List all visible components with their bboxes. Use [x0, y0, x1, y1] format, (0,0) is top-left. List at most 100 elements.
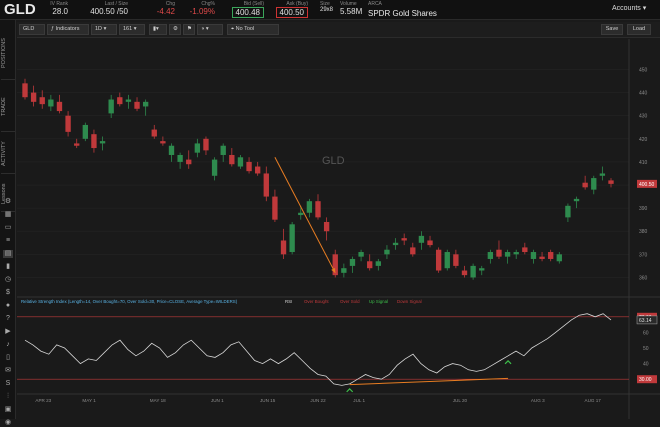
last-size: Last / Size 400.50 /50: [90, 1, 128, 16]
candle-body: [556, 254, 562, 262]
load-button[interactable]: Load: [627, 24, 651, 35]
video-icon[interactable]: ▶: [3, 328, 13, 336]
candle-body: [56, 101, 63, 112]
settings-button[interactable]: ⚙: [169, 24, 181, 35]
drawing-tool-value: No Tool: [235, 26, 255, 32]
sd-icon[interactable]: S: [3, 380, 13, 388]
bid-button[interactable]: 400.48: [231, 7, 264, 18]
price-tick-label: 410: [639, 160, 648, 166]
interval-value: 1D: [95, 26, 103, 32]
chevron-down-icon: ▾: [133, 26, 137, 32]
bars-icon[interactable]: ▮: [3, 263, 13, 271]
help-icon[interactable]: ?: [3, 315, 13, 323]
size-value: 29x8: [320, 7, 334, 13]
candle-body: [573, 198, 580, 202]
bell-icon[interactable]: ♪: [3, 341, 13, 349]
candlestick-icon: ▮▾: [153, 26, 159, 32]
candle-body: [427, 240, 433, 246]
symbol-input[interactable]: GLD: [19, 24, 45, 35]
doc-icon[interactable]: ▯: [3, 354, 13, 362]
chart-icon[interactable]: ▤: [3, 250, 13, 258]
chart-background: [17, 39, 660, 419]
candle-body: [246, 161, 252, 172]
rsi-legend-oversold: Over Sold: [340, 299, 360, 304]
gear-icon: ⚙: [173, 26, 178, 32]
instrument-name: SPDR Gold Shares: [368, 9, 437, 18]
date-tick-label: AUG 3: [531, 398, 545, 403]
list-icon[interactable]: ≡: [3, 237, 13, 245]
price-tick-label: 380: [639, 229, 648, 235]
style-button[interactable]: ◑ ▾: [197, 24, 223, 35]
candle-body: [194, 143, 201, 153]
chart-type-button[interactable]: ▮▾: [149, 24, 167, 35]
candle-body: [177, 154, 183, 162]
candle-body: [99, 141, 106, 144]
price-tick-label: 360: [639, 275, 648, 281]
rsi-legend-upsignal: Up Signal: [369, 299, 388, 304]
rsi-current-label: 63.14: [639, 318, 652, 324]
accounts-menu[interactable]: Accounts ▾: [612, 4, 646, 12]
period-select[interactable]: 161 ▾: [119, 24, 145, 35]
palette-icon: ◑ ▾: [201, 26, 209, 32]
user-icon[interactable]: ●: [3, 302, 13, 310]
candle-body: [125, 99, 132, 102]
bookmark-button[interactable]: ⚑: [183, 24, 195, 35]
date-tick-label: JUN 22: [310, 398, 326, 403]
candle-body: [591, 178, 597, 190]
candle-body: [211, 159, 218, 176]
help-circle-icon[interactable]: ◉: [3, 419, 13, 427]
price-tick-label: 370: [639, 252, 648, 258]
rsi-name: RSI: [285, 299, 292, 304]
chevron-down-icon: ▾: [103, 26, 107, 32]
window-icon[interactable]: ▭: [3, 224, 13, 232]
indicators-button[interactable]: ƒ Indicators: [47, 24, 89, 35]
candle-body: [298, 212, 304, 216]
candle-body: [134, 101, 140, 109]
ask[interactable]: Ask (Buy) 400.50: [272, 1, 308, 18]
candle-body: [229, 154, 235, 165]
drawing-tool-select[interactable]: ⌖ No Tool: [227, 24, 279, 35]
price-chart[interactable]: GLD 450440430420410400390380370360400.50…: [17, 39, 660, 419]
candle-body: [504, 252, 511, 257]
symbol-title[interactable]: GLD: [4, 1, 36, 18]
price-tick-label: 390: [639, 206, 648, 212]
candle-body: [160, 141, 166, 144]
gear-icon[interactable]: ⚙: [3, 198, 13, 206]
candle-body: [435, 249, 442, 271]
candle-body: [341, 268, 347, 273]
candle-body: [82, 124, 88, 139]
interval-select[interactable]: 1D ▾: [91, 24, 117, 35]
change-percent-value: -1.09%: [189, 7, 215, 16]
candle-body: [539, 256, 545, 259]
tab-positions[interactable]: POSITIONS: [1, 28, 15, 80]
price-tick-label: 450: [639, 67, 648, 73]
clock-icon[interactable]: ◷: [3, 276, 13, 284]
rsi-title: Relative Strength Index (Length=14, Over…: [21, 299, 238, 304]
candle-body: [263, 173, 269, 197]
chart-area[interactable]: GLD 450440430420410400390380370360400.50…: [17, 39, 660, 419]
candle-body: [565, 205, 571, 218]
tab-trade[interactable]: TRADE: [1, 82, 15, 132]
tab-lessons[interactable]: Lessons: [1, 176, 15, 212]
left-sidebar: POSITIONS TRADE ACTIVITY Lessons ⚙ ▦ ▭ ≡…: [0, 20, 16, 426]
ask-button[interactable]: 400.50: [275, 7, 308, 18]
grid-icon[interactable]: ▦: [3, 211, 13, 219]
date-tick-label: JUL 1: [353, 398, 365, 403]
chat-icon[interactable]: ✉: [3, 367, 13, 375]
save-button[interactable]: Save: [601, 24, 623, 35]
sliders-icon[interactable]: ⫶: [3, 393, 13, 401]
change-percent: Chg% -1.09%: [188, 1, 215, 16]
price-tick-label: 430: [639, 114, 648, 120]
candle-body: [358, 252, 364, 257]
date-tick-label: APR 23: [35, 398, 51, 403]
size: Size 29x8: [320, 1, 338, 13]
quote-header: GLD IV Rank 28.0 Last / Size 400.50 /50 …: [0, 0, 660, 20]
lock-icon[interactable]: ▣: [3, 406, 13, 414]
date-tick-label: JUN 1: [211, 398, 224, 403]
candle-body: [142, 101, 149, 107]
iv-rank: IV Rank 28.0: [46, 1, 68, 16]
change-value: -4.42: [156, 7, 175, 16]
tab-activity[interactable]: ACTIVITY: [1, 134, 15, 174]
dollar-icon[interactable]: $: [3, 289, 13, 297]
bid[interactable]: Bid (Sell) 400.48: [228, 1, 264, 18]
